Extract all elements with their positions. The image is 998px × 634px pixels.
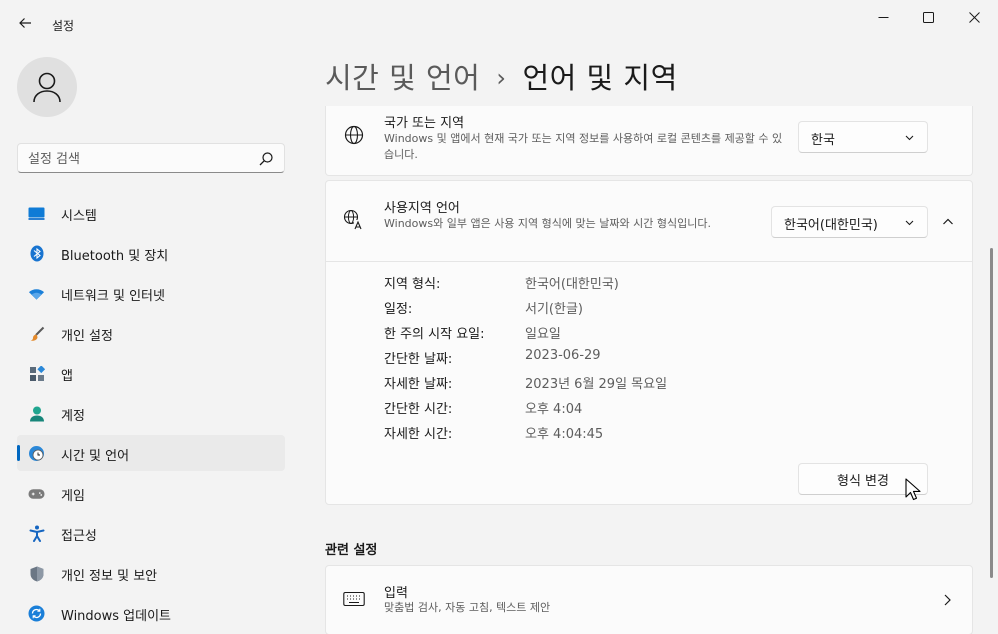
collapse-button[interactable] bbox=[932, 206, 964, 238]
sidebar-item-time-language[interactable]: 시간 및 언어 bbox=[17, 435, 285, 471]
sidebar-item-label: 시간 및 언어 bbox=[61, 449, 130, 464]
system-icon bbox=[28, 205, 45, 222]
sidebar-item-network[interactable]: 네트워크 및 인터넷 bbox=[17, 275, 285, 311]
back-button[interactable] bbox=[12, 10, 38, 36]
minimize-button[interactable] bbox=[860, 0, 906, 34]
brush-icon bbox=[28, 325, 45, 342]
content-area: 국가 또는 지역 Windows 및 앱에서 현재 국가 또는 지역 정보를 사… bbox=[325, 106, 973, 634]
format-row-key: 간단한 시간: bbox=[384, 402, 453, 417]
sidebar-item-privacy[interactable]: 개인 정보 및 보안 bbox=[17, 555, 285, 591]
sidebar-item-label: 게임 bbox=[61, 489, 85, 504]
chevron-up-icon bbox=[943, 218, 953, 225]
regional-format-dropdown[interactable]: 한국어(대한민국) bbox=[771, 206, 928, 238]
related-settings-heading: 관련 설정 bbox=[325, 543, 378, 558]
settings-search-box[interactable] bbox=[17, 143, 285, 173]
regional-format-description: Windows와 일부 앱은 사용 지역 형식에 맞는 날짜와 시간 형식입니다… bbox=[384, 217, 711, 230]
sidebar-item-personalization[interactable]: 개인 설정 bbox=[17, 315, 285, 351]
regional-format-title: 사용지역 언어 bbox=[384, 201, 460, 216]
sidebar-item-label: 시스템 bbox=[61, 209, 97, 224]
format-row-key: 일정: bbox=[384, 302, 413, 317]
sidebar-item-accounts[interactable]: 계정 bbox=[17, 395, 285, 431]
format-row-key: 한 주의 시작 요일: bbox=[384, 327, 485, 342]
sidebar-item-label: 계정 bbox=[61, 409, 85, 424]
sidebar-nav: 시스템 Bluetooth 및 장치 네트워크 및 인터넷 개인 설정 앱 계정 bbox=[17, 195, 285, 634]
sidebar-item-windows-update[interactable]: Windows 업데이트 bbox=[17, 595, 285, 631]
breadcrumb-separator: › bbox=[496, 64, 507, 92]
user-icon bbox=[33, 72, 61, 103]
regional-format-card: 사용지역 언어 Windows와 일부 앱은 사용 지역 형식에 맞는 날짜와 … bbox=[325, 180, 973, 505]
chevron-down-icon bbox=[905, 135, 914, 141]
update-icon bbox=[28, 605, 45, 622]
breadcrumb: 시간 및 언어 › 언어 및 지역 bbox=[325, 55, 678, 97]
apps-icon bbox=[28, 365, 45, 382]
shield-icon bbox=[28, 565, 45, 582]
wifi-icon bbox=[28, 285, 45, 302]
scrollbar-thumb[interactable] bbox=[990, 248, 993, 578]
format-row-value: 오후 4:04 bbox=[525, 402, 583, 417]
accessibility-icon bbox=[28, 525, 45, 542]
page-title: 언어 및 지역 bbox=[522, 61, 678, 95]
format-row-key: 지역 형식: bbox=[384, 277, 441, 292]
sidebar-item-gaming[interactable]: 게임 bbox=[17, 475, 285, 511]
language-format-icon bbox=[343, 209, 365, 231]
minimize-icon bbox=[878, 16, 888, 18]
region-description: Windows 및 앱에서 현재 국가 또는 지역 정보를 사용하여 로컬 콘텐… bbox=[384, 132, 783, 161]
bluetooth-icon bbox=[28, 245, 45, 262]
sidebar-item-label: 개인 정보 및 보안 bbox=[61, 569, 158, 584]
format-row-value: 2023년 6월 29일 목요일 bbox=[525, 377, 668, 392]
chevron-right-icon bbox=[944, 594, 951, 606]
sidebar-item-label: 네트워크 및 인터넷 bbox=[61, 289, 165, 304]
typing-title: 입력 bbox=[384, 586, 408, 601]
region-title: 국가 또는 지역 bbox=[384, 116, 465, 131]
sidebar-item-label: Windows 업데이트 bbox=[61, 609, 172, 624]
format-row-key: 자세한 시간: bbox=[384, 427, 453, 442]
maximize-button[interactable] bbox=[905, 0, 951, 34]
sidebar-item-system[interactable]: 시스템 bbox=[17, 195, 285, 231]
format-row-value: 일요일 bbox=[525, 327, 561, 342]
chevron-down-icon bbox=[905, 220, 914, 226]
sidebar-item-accessibility[interactable]: 접근성 bbox=[17, 515, 285, 551]
format-row-value: 한국어(대한민국) bbox=[525, 277, 619, 292]
user-avatar[interactable] bbox=[17, 57, 77, 117]
app-title: 설정 bbox=[52, 19, 75, 33]
sidebar-item-label: Bluetooth 및 장치 bbox=[61, 249, 169, 264]
card-divider bbox=[326, 261, 972, 262]
globe-icon bbox=[343, 124, 365, 146]
sidebar-item-label: 앱 bbox=[61, 369, 73, 384]
sidebar-item-apps[interactable]: 앱 bbox=[17, 355, 285, 391]
account-icon bbox=[28, 405, 45, 422]
title-bar: 설정 bbox=[0, 0, 998, 48]
gamepad-icon bbox=[28, 485, 45, 502]
back-arrow-icon bbox=[19, 18, 31, 28]
format-row-value: 오후 4:04:45 bbox=[525, 427, 604, 442]
breadcrumb-parent[interactable]: 시간 및 언어 bbox=[325, 61, 480, 95]
region-setting-card: 국가 또는 지역 Windows 및 앱에서 현재 국가 또는 지역 정보를 사… bbox=[325, 106, 973, 176]
format-row-value: 2023-06-29 bbox=[525, 348, 601, 363]
format-row-value: 서기(한글) bbox=[525, 302, 583, 317]
search-icon[interactable] bbox=[258, 151, 274, 167]
sidebar-item-bluetooth[interactable]: Bluetooth 및 장치 bbox=[17, 235, 285, 271]
format-row-key: 간단한 날짜: bbox=[384, 352, 453, 367]
close-button[interactable] bbox=[951, 0, 997, 34]
keyboard-icon bbox=[343, 588, 365, 610]
format-row-key: 자세한 날짜: bbox=[384, 377, 453, 392]
region-dropdown-value: 한국 bbox=[811, 133, 835, 148]
time-language-icon bbox=[28, 445, 45, 462]
close-icon bbox=[968, 11, 980, 23]
sidebar-item-label: 접근성 bbox=[61, 529, 97, 544]
search-input[interactable] bbox=[28, 149, 248, 169]
regional-format-dropdown-value: 한국어(대한민국) bbox=[784, 218, 878, 233]
maximize-icon bbox=[922, 11, 934, 23]
sidebar-item-label: 개인 설정 bbox=[61, 329, 113, 344]
mouse-cursor-icon bbox=[905, 478, 921, 501]
typing-description: 맞춤법 검사, 자동 고침, 텍스트 제안 bbox=[384, 601, 551, 614]
typing-setting-card[interactable]: 입력 맞춤법 검사, 자동 고침, 텍스트 제안 bbox=[325, 565, 973, 634]
region-dropdown[interactable]: 한국 bbox=[798, 121, 928, 153]
